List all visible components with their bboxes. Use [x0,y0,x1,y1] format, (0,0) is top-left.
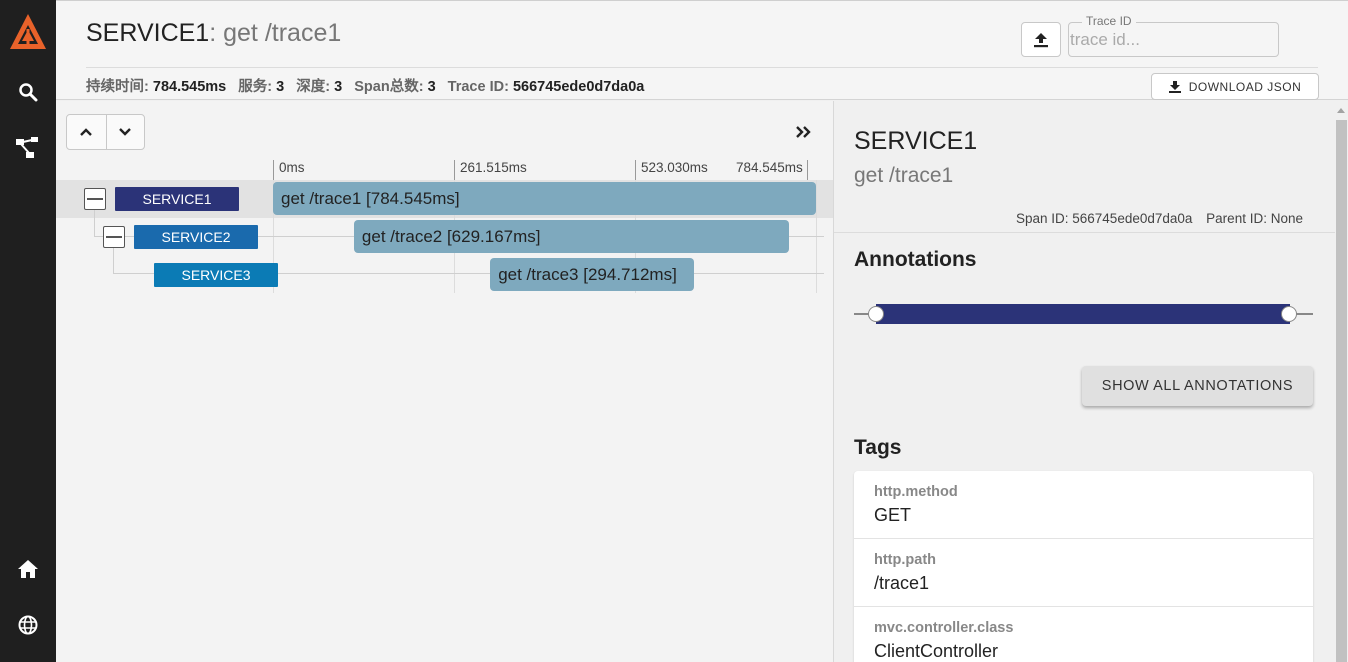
tag-value: GET [874,505,912,525]
globe-icon[interactable] [0,601,56,649]
annotation-end-marker[interactable] [1281,306,1297,322]
chevron-up-icon [80,128,93,136]
stat-services-label: 服务: [238,79,273,95]
scroll-up-arrow[interactable] [1337,108,1345,113]
title-service: SERVICE1 [86,19,210,47]
tag-value: ClientController [874,641,999,661]
span-id-label: Span ID: [1015,211,1069,226]
trace-header: SERVICE1: get /trace1 持续时间: 784.545ms 服务… [56,0,1348,100]
service-badge-service1[interactable]: SERVICE1 [115,187,239,211]
tag-row: http.path /trace1 [854,539,1313,607]
tag-row: mvc.controller.class ClientController [854,607,1313,662]
dependencies-icon[interactable] [0,124,56,172]
trace-id-input[interactable] [1070,29,1270,51]
tag-key: http.method [874,484,958,500]
detail-divider [834,232,1335,233]
stat-depth-label: 深度: [296,79,331,95]
stat-traceid-value: 566745ede0d7da0a [512,79,645,95]
span-bar-trace3[interactable]: get /trace3 [294.712ms] [490,258,695,291]
stat-duration-value: 784.545ms [152,79,227,95]
tags-heading: Tags [854,436,902,459]
annotations-heading: Annotations [854,248,977,271]
annotation-bar [876,304,1290,324]
download-icon [1168,80,1181,93]
trace-timeline: 0ms 261.515ms 523.030ms 784.545ms SERVIC… [56,101,833,662]
timeline-tick: 523.030ms [635,160,708,180]
download-json-label: DOWNLOAD JSON [1188,79,1302,94]
service-badge-service3[interactable]: SERVICE3 [154,263,278,287]
stat-services-value: 3 [276,79,285,95]
stat-traceid-label: Trace ID: [447,79,509,95]
upload-json-button[interactable] [1021,22,1061,57]
parent-id-label: Parent ID: [1206,211,1267,226]
title-span-name: get /trace1 [216,19,342,47]
span-navigation [66,114,145,150]
expand-timeline-button[interactable] [792,120,816,144]
span-id-value: 566745ede0d7da0a [1072,211,1193,226]
zipkin-logo-icon[interactable] [0,8,56,56]
next-span-button[interactable] [105,115,145,149]
span-detail-panel: SERVICE1 get /trace1 Span ID: 566745ede0… [833,101,1335,662]
trace-stats: 持续时间: 784.545ms 服务: 3 深度: 3 Span总数: 3 Tr… [86,75,652,96]
tag-key: http.path [874,552,937,568]
stat-spans-value: 3 [427,79,436,95]
upload-icon [1034,32,1048,47]
collapse-toggle-service2[interactable] [103,226,125,248]
show-all-annotations-button[interactable]: SHOW ALL ANNOTATIONS [1082,366,1313,406]
service-badge-service2[interactable]: SERVICE2 [134,225,258,249]
detail-service-name: SERVICE1 [854,127,978,155]
chevron-down-icon [119,128,132,136]
stat-spans-label: Span总数: [354,79,424,95]
tag-row: http.method GET [854,471,1313,539]
detail-scrollbar-thumb[interactable] [1336,120,1347,662]
timeline-tick: 0ms [273,160,305,180]
search-icon[interactable] [0,68,56,116]
annotation-start-marker[interactable] [868,306,884,322]
tags-list: http.method GET http.path /trace1 mvc.co… [854,471,1313,662]
stat-duration-label: 持续时间: [86,79,149,95]
timeline-tick: 784.545ms [736,160,808,180]
detail-span-name: get /trace1 [854,164,954,187]
tree-connector [113,247,114,273]
double-chevron-right-icon [796,126,811,138]
span-bar-trace1[interactable]: get /trace1 [784.545ms] [273,182,816,215]
page-title: SERVICE1: get /trace1 [86,19,341,48]
tag-value: /trace1 [874,573,930,593]
parent-id-value: None [1270,211,1303,226]
trace-id-label: Trace ID [1082,14,1136,28]
tag-key: mvc.controller.class [874,620,1014,636]
stat-depth-value: 3 [334,79,343,95]
previous-span-button[interactable] [67,115,106,149]
home-icon[interactable] [0,545,56,593]
timeline-tick: 261.515ms [454,160,527,180]
detail-ids: Span ID: 566745ede0d7da0a Parent ID: Non… [1016,211,1303,226]
download-json-button[interactable]: DOWNLOAD JSON [1151,73,1319,100]
span-bar-trace2[interactable]: get /trace2 [629.167ms] [353,220,790,253]
collapse-toggle-service1[interactable] [84,188,106,210]
sidebar [0,0,56,662]
header-divider [86,67,1318,68]
tree-connector [94,210,95,237]
